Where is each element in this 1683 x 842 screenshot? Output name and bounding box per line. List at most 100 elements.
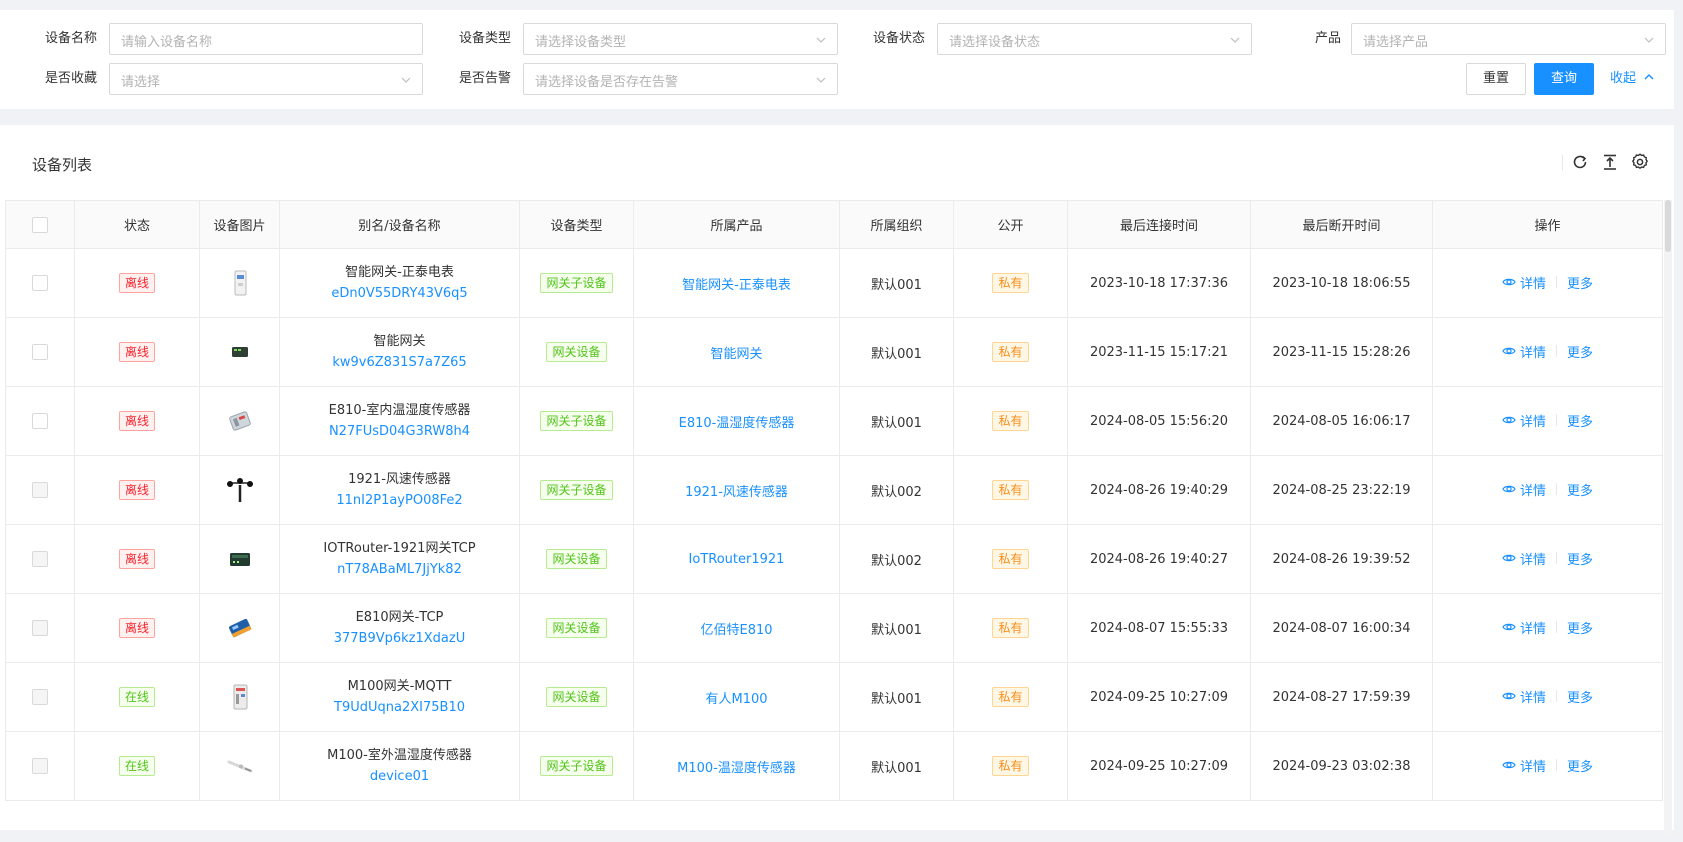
- product-select[interactable]: 请选择产品: [1351, 23, 1666, 55]
- query-button[interactable]: 查询: [1534, 63, 1594, 95]
- device-image[interactable]: [225, 270, 255, 296]
- action-divider: [1556, 483, 1557, 496]
- row-checkbox[interactable]: [32, 551, 48, 567]
- favorite-select[interactable]: 请选择: [109, 63, 423, 95]
- name-cell: 1921-风速传感器 11nI2P1ayPO08Fe2: [279, 455, 520, 525]
- product-cell: 智能网关-正泰电表: [633, 248, 840, 318]
- vertical-scrollbar[interactable]: [1664, 200, 1672, 835]
- device-status-select[interactable]: 请选择设备状态: [937, 23, 1252, 55]
- product-link[interactable]: 智能网关: [710, 347, 762, 362]
- last-connect-cell: 2024-09-25 10:27:09: [1067, 731, 1251, 801]
- row-checkbox[interactable]: [32, 689, 48, 705]
- product-link[interactable]: E810-温湿度传感器: [679, 416, 795, 431]
- last-disconnect-cell: 2024-08-05 16:06:17: [1250, 386, 1433, 456]
- device-type-placeholder: 请选择设备类型: [535, 35, 627, 50]
- more-button[interactable]: 更多: [1567, 342, 1593, 361]
- collapse-toggle[interactable]: 收起: [1610, 71, 1655, 87]
- device-sn-link[interactable]: device01: [280, 766, 519, 787]
- product-link[interactable]: 1921-风速传感器: [685, 485, 788, 500]
- row-checkbox[interactable]: [32, 482, 48, 498]
- status-badge: 离线: [118, 411, 155, 431]
- more-button[interactable]: 更多: [1567, 618, 1593, 637]
- last-connect-cell: 2024-08-07 15:55:33: [1067, 593, 1251, 663]
- row-checkbox[interactable]: [32, 275, 48, 291]
- device-image[interactable]: [225, 552, 255, 567]
- status-badge: 离线: [118, 480, 155, 500]
- product-link[interactable]: IoTRouter1921: [689, 552, 785, 567]
- device-image[interactable]: [225, 478, 255, 502]
- org-cell: 默认001: [839, 731, 954, 801]
- product-cell: 亿佰特E810: [633, 593, 840, 663]
- product-cell: 智能网关: [633, 317, 840, 387]
- action-divider: [1556, 276, 1557, 289]
- device-sn-link[interactable]: N27FUsD04G3RW8h4: [280, 421, 519, 442]
- detail-button[interactable]: 详情: [1502, 273, 1546, 292]
- alarm-select[interactable]: 请选择设备是否存在告警: [523, 63, 838, 95]
- more-button[interactable]: 更多: [1567, 480, 1593, 499]
- device-image[interactable]: [225, 759, 255, 774]
- product-link[interactable]: 有人M100: [705, 692, 767, 707]
- scrollbar-thumb[interactable]: [1665, 200, 1671, 252]
- device-name-input[interactable]: 请输入设备名称: [109, 23, 423, 55]
- type-cell: 网关设备: [519, 317, 634, 387]
- device-alias: M100-室外温湿度传感器: [327, 748, 472, 763]
- detail-button[interactable]: 详情: [1502, 618, 1546, 637]
- device-sn-link[interactable]: kw9v6Z831S7a7Z65: [280, 352, 519, 373]
- type-cell: 网关子设备: [519, 731, 634, 801]
- status-badge: 在线: [118, 756, 155, 776]
- row-checkbox[interactable]: [32, 413, 48, 429]
- actions-cell: 详情 更多: [1432, 662, 1663, 732]
- device-image[interactable]: [225, 345, 255, 360]
- more-button[interactable]: 更多: [1567, 687, 1593, 706]
- org-cell: 默认001: [839, 248, 954, 318]
- col-type: 设备类型: [519, 200, 634, 249]
- product-link[interactable]: 亿佰特E810: [700, 623, 772, 638]
- device-sn-link[interactable]: eDn0V55DRY43V6q5: [280, 283, 519, 304]
- type-cell: 网关子设备: [519, 386, 634, 456]
- more-button[interactable]: 更多: [1567, 273, 1593, 292]
- detail-button[interactable]: 详情: [1502, 756, 1546, 775]
- device-alias: E810网关-TCP: [355, 610, 444, 625]
- device-image[interactable]: [225, 618, 255, 638]
- detail-button[interactable]: 详情: [1502, 687, 1546, 706]
- last-disconnect-cell: 2023-10-18 18:06:55: [1250, 248, 1433, 318]
- device-sn-link[interactable]: 377B9Vp6kz1XdazU: [280, 628, 519, 649]
- detail-button[interactable]: 详情: [1502, 411, 1546, 430]
- device-type-select[interactable]: 请选择设备类型: [523, 23, 838, 55]
- more-button[interactable]: 更多: [1567, 411, 1593, 430]
- device-sn-link[interactable]: 11nI2P1ayPO08Fe2: [280, 490, 519, 511]
- refresh-icon[interactable]: [1570, 152, 1590, 172]
- eye-icon: [1502, 417, 1516, 424]
- detail-button[interactable]: 详情: [1502, 342, 1546, 361]
- device-sn-link[interactable]: T9UdUqna2XI75B10: [280, 697, 519, 718]
- product-link[interactable]: M100-温湿度传感器: [677, 761, 796, 776]
- row-checkbox[interactable]: [32, 620, 48, 636]
- product-label: 产品: [1315, 31, 1342, 46]
- product-cell: E810-温湿度传感器: [633, 386, 840, 456]
- detail-button[interactable]: 详情: [1502, 480, 1546, 499]
- device-sn-link[interactable]: nT78ABaML7JjYk82: [280, 559, 519, 580]
- row-checkbox[interactable]: [32, 758, 48, 774]
- more-button[interactable]: 更多: [1567, 549, 1593, 568]
- name-cell: IOTRouter-1921网关TCP nT78ABaML7JjYk82: [279, 524, 520, 594]
- status-cell: 在线: [74, 662, 200, 732]
- settings-icon[interactable]: [1630, 152, 1650, 172]
- last-disconnect-cell: 2024-09-23 03:02:38: [1250, 731, 1433, 801]
- actions-cell: 详情 更多: [1432, 317, 1663, 387]
- public-cell: 私有: [953, 317, 1068, 387]
- more-button[interactable]: 更多: [1567, 756, 1593, 775]
- device-type-tag: 网关子设备: [540, 411, 613, 431]
- product-link[interactable]: 智能网关-正泰电表: [682, 278, 791, 293]
- detail-button[interactable]: 详情: [1502, 549, 1546, 568]
- reset-button[interactable]: 重置: [1466, 63, 1526, 95]
- device-image[interactable]: [225, 684, 255, 710]
- org-cell: 默认001: [839, 317, 954, 387]
- export-icon[interactable]: [1600, 152, 1620, 172]
- last-connect-cell: 2024-09-25 10:27:09: [1067, 662, 1251, 732]
- device-image[interactable]: [225, 411, 255, 431]
- alarm-label: 是否告警: [459, 71, 512, 86]
- row-checkbox[interactable]: [32, 344, 48, 360]
- device-type-tag: 网关设备: [546, 342, 607, 362]
- type-cell: 网关设备: [519, 593, 634, 663]
- select-all-checkbox[interactable]: [32, 216, 48, 233]
